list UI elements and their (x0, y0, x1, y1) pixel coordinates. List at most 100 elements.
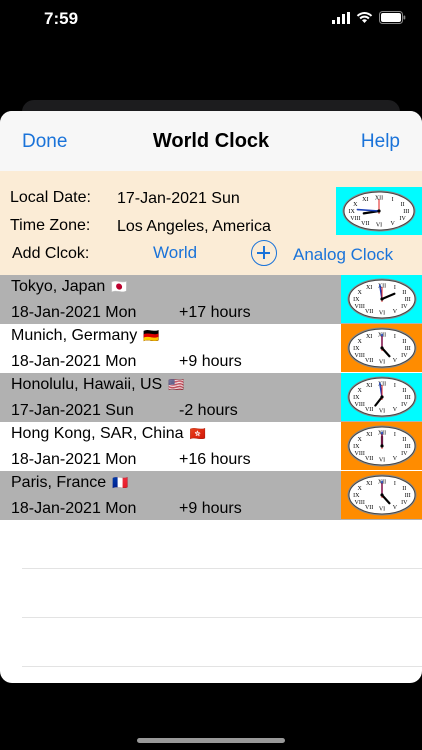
city-label: Munich, Germany (11, 327, 138, 344)
add-clock-label: Add Clcok: (12, 245, 90, 262)
svg-text:II: II (402, 339, 406, 345)
svg-text:X: X (357, 437, 362, 443)
flag-icon: 🇩🇪 (143, 328, 160, 343)
svg-text:XI: XI (365, 432, 371, 438)
svg-text:X: X (357, 290, 362, 296)
clock-row[interactable]: Tokyo, Japan 🇯🇵 18-Jan-2021 Mon +17 hours X I… (0, 275, 422, 324)
svg-text:VIII: VIII (354, 451, 364, 457)
svg-text:IV: IV (401, 451, 408, 457)
svg-text:I: I (392, 197, 394, 203)
clock-row[interactable]: Paris, France🇫🇷18-Jan-2021 Mon+9 hoursXI… (0, 471, 422, 520)
svg-text:VIII: VIII (354, 500, 364, 506)
battery-icon (379, 11, 406, 24)
svg-text:XI: XI (362, 197, 368, 203)
status-bar: 7:59 (0, 0, 422, 40)
svg-text:VII: VII (364, 456, 372, 462)
svg-text:III: III (404, 346, 410, 352)
flag-icon: 🇺🇸 (168, 377, 185, 392)
svg-text:V: V (392, 505, 397, 511)
city-name: Tokyo, Japan 🇯🇵 (11, 278, 127, 296)
clock-date: 18-Jan-2021 Mon (11, 304, 137, 321)
analog-clock[interactable]: XIIIIIIIIIVVVIVIIVIIIIXXXI (341, 471, 422, 519)
svg-text:IV: IV (401, 353, 408, 359)
navigation-bar: Done World Clock Help (0, 111, 422, 171)
analog-clock[interactable]: XIIIIIIIIIVVVIVIIVIIIIXXXI (341, 422, 422, 470)
svg-text:VI: VI (378, 409, 384, 415)
svg-text:II: II (401, 202, 405, 208)
plus-circle-icon[interactable] (251, 240, 277, 266)
flag-icon: 🇭🇰 (189, 426, 206, 441)
svg-text:VIII: VIII (350, 216, 360, 222)
time-zone-label: Time Zone: (10, 217, 91, 234)
svg-text:IX: IX (353, 346, 360, 352)
status-time: 7:59 (44, 9, 79, 28)
time-offset: +17 hours (179, 304, 251, 321)
signal-icon (332, 11, 350, 24)
time-offset: +16 hours (179, 451, 251, 468)
svg-text:I: I (393, 432, 395, 438)
city-label: Tokyo, Japan (11, 278, 106, 295)
city-name: Hong Kong, SAR, China 🇭🇰 (11, 425, 206, 443)
svg-text:III: III (403, 209, 409, 215)
flag-icon: 🇫🇷 (112, 475, 129, 490)
analog-clock[interactable]: XIIIIIIIIIVVVIVIIVIIIIXXXI (341, 324, 422, 372)
svg-text:II: II (402, 486, 406, 492)
svg-text:IX: IX (353, 493, 360, 499)
home-indicator[interactable] (137, 738, 285, 743)
analog-clock[interactable]: XIIIIIIIIIVVVIVIIVIIIIXXXI (341, 275, 422, 323)
svg-text:IX: IX (353, 444, 360, 450)
svg-text:X: X (357, 388, 362, 394)
svg-text:XI: XI (365, 334, 371, 340)
svg-text:I: I (393, 285, 395, 291)
time-offset: +9 hours (179, 500, 242, 517)
svg-text:III: III (404, 297, 410, 303)
svg-text:VI: VI (378, 507, 384, 513)
city-label: Hong Kong, SAR, China (11, 425, 184, 442)
svg-text:III: III (404, 395, 410, 401)
svg-text:V: V (392, 358, 397, 364)
svg-text:VIII: VIII (354, 304, 364, 310)
svg-text:VII: VII (364, 358, 372, 364)
svg-text:IV: IV (401, 500, 408, 506)
svg-text:IV: IV (401, 304, 408, 310)
clock-date: 18-Jan-2021 Mon (11, 451, 137, 468)
svg-text:I: I (393, 383, 395, 389)
city-label: Paris, France (11, 474, 107, 491)
flag-icon: 🇯🇵 (111, 279, 128, 294)
svg-text:VII: VII (364, 505, 372, 511)
svg-text:IV: IV (399, 216, 406, 222)
clock-face-icon: XIIIIIIIIIVVVIVIIVIIIIXXXI (347, 278, 416, 320)
analog-clock-link[interactable]: Analog Clock (293, 245, 393, 265)
svg-text:V: V (392, 407, 397, 413)
empty-row (22, 618, 422, 667)
clock-row[interactable]: Munich, Germany 🇩🇪 18-Jan-2021 Mon +9 hours… (0, 324, 422, 373)
empty-table-area (0, 520, 422, 667)
svg-text:IX: IX (353, 395, 360, 401)
analog-clock[interactable]: XIIIIIIIIIVVVIVIIVIIIIXXXI (341, 373, 422, 421)
svg-text:II: II (402, 437, 406, 443)
empty-row (22, 520, 422, 569)
svg-text:II: II (402, 290, 406, 296)
svg-text:III: III (404, 444, 410, 450)
city-name: Honolulu, Hawaii, US 🇺🇸 (11, 376, 184, 394)
city-name: Munich, Germany 🇩🇪 (11, 327, 159, 345)
svg-text:X: X (357, 486, 362, 492)
svg-text:VIII: VIII (354, 353, 364, 359)
clock-date: 18-Jan-2021 Mon (11, 500, 137, 517)
svg-text:II: II (402, 388, 406, 394)
svg-text:VIII: VIII (354, 402, 364, 408)
empty-row (22, 569, 422, 618)
local-analog-clock[interactable]: XII I II III IV V VI VII VIII IX X XI (336, 187, 422, 235)
world-clock-link[interactable]: World (153, 243, 197, 263)
local-date-label: Local Date: (10, 189, 91, 206)
clock-face-icon: XIIIIIIIIIVVVIVIIVIIIIXXXI (347, 327, 416, 369)
clock-row[interactable]: Hong Kong, SAR, China 🇭🇰 18-Jan-2021 Mon +1… (0, 422, 422, 471)
svg-text:VII: VII (361, 221, 369, 227)
svg-text:IV: IV (401, 402, 408, 408)
help-button[interactable]: Help (361, 131, 400, 153)
svg-text:VI: VI (378, 311, 384, 317)
clock-row[interactable]: Honolulu, Hawaii, US 🇺🇸 17-Jan-2021 Sun -2 … (0, 373, 422, 422)
svg-text:VI: VI (376, 223, 382, 229)
clock-face-icon: XIIIIIIIIIVVVIVIIVIIIIXXXI (347, 474, 416, 516)
svg-text:X: X (353, 202, 358, 208)
